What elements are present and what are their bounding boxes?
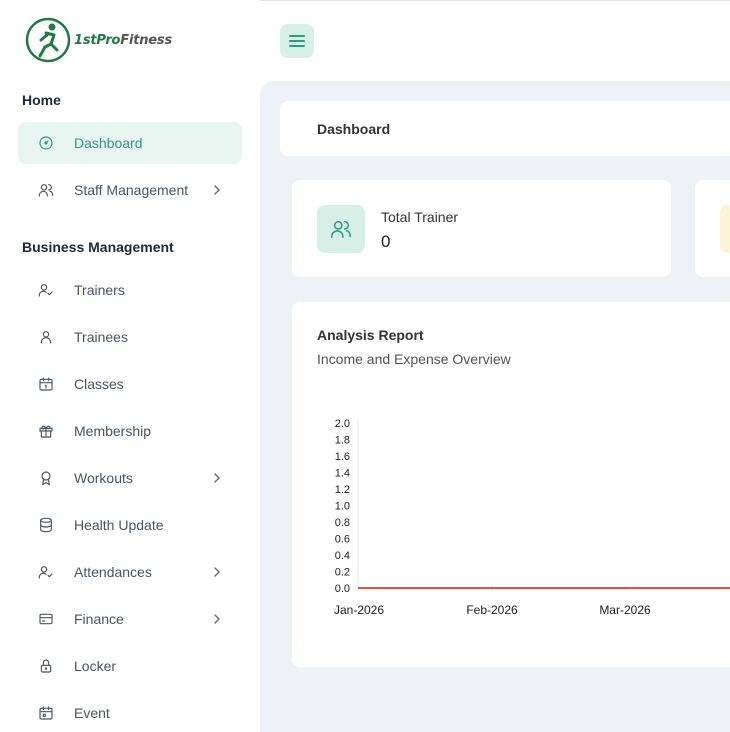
sidebar-item-label: Classes [74, 376, 124, 392]
user-icon [38, 329, 54, 345]
page-title: Dashboard [280, 101, 730, 156]
income-expense-chart: 2.0 1.8 1.6 1.4 1.2 1.0 0.8 0.6 0.4 0.2 0.0 Jan-202… [334, 418, 730, 617]
wallet-icon [38, 611, 54, 627]
sidebar-item-membership[interactable]: Membership [18, 410, 242, 452]
chevron-right-icon [214, 614, 220, 624]
y-tick-label: 0.8 [335, 517, 350, 529]
sidebar-item-label: Trainees [74, 329, 128, 345]
hamburger-icon [289, 35, 305, 47]
y-tick-label: 1.2 [335, 484, 350, 496]
sidebar-item-label: Attendances [74, 564, 152, 580]
sidebar-item-label: Event [74, 705, 110, 721]
y-tick-label: 2.0 [335, 418, 350, 430]
sidebar-item-label: Trainers [74, 282, 125, 298]
sidebar-item-health-update[interactable]: Health Update [18, 504, 242, 546]
user-check-icon [38, 564, 54, 580]
stat-icon-box [317, 205, 365, 253]
x-tick-label: Feb-2026 [466, 603, 518, 617]
data-point [490, 586, 494, 590]
sidebar-item-staff-management[interactable]: Staff Management [18, 169, 242, 211]
sidebar-item-event[interactable]: Event [18, 692, 242, 732]
sidebar-item-finance[interactable]: Finance [18, 598, 242, 640]
y-tick-label: 0.4 [335, 550, 350, 562]
section-home-heading: Home [22, 92, 61, 108]
sidebar-item-label: Health Update [74, 517, 164, 533]
analysis-report-card: Analysis Report Income and Expense Overv… [292, 302, 730, 667]
stat-card-total-trainer[interactable]: Total Trainer 0 [292, 180, 671, 277]
stat-value: 0 [381, 232, 391, 251]
y-tick-label: 0.2 [335, 567, 350, 579]
sidebar-item-label: Locker [74, 658, 117, 674]
sidebar-item-label: Membership [74, 423, 152, 439]
chevron-right-icon [214, 473, 220, 483]
y-tick-label: 1.6 [335, 451, 350, 463]
user-check-icon [38, 282, 54, 298]
brand-logo[interactable]: 1stProFitness [24, 16, 172, 64]
sidebar-item-label: Dashboard [74, 135, 143, 151]
calendar-icon [38, 376, 54, 392]
runner-logo-icon [25, 17, 71, 63]
sidebar-item-trainers[interactable]: Trainers [18, 269, 242, 311]
data-point [357, 586, 361, 590]
sidebar-item-classes[interactable]: Classes [18, 363, 242, 405]
chevron-right-icon [214, 185, 220, 195]
menu-toggle-button[interactable] [280, 24, 314, 58]
users-icon [38, 182, 54, 198]
x-tick-label: Jan-2026 [334, 603, 384, 617]
sidebar-item-locker[interactable]: Locker [18, 645, 242, 687]
sidebar-item-attendances[interactable]: Attendances [18, 551, 242, 593]
y-tick-label: 1.8 [335, 435, 350, 447]
section-business-heading: Business Management [22, 239, 174, 255]
sidebar-item-label: Staff Management [74, 182, 189, 198]
stat-card-next[interactable] [695, 180, 730, 277]
gauge-icon [38, 135, 54, 151]
y-tick-label: 1.4 [335, 468, 350, 480]
calendar-event-icon [38, 705, 54, 721]
y-tick-label: 1.0 [335, 501, 350, 513]
sidebar-item-label: Finance [74, 611, 124, 627]
y-tick-label: 0.0 [335, 583, 350, 595]
brand-name: 1stProFitness [74, 32, 172, 48]
lock-icon [38, 658, 54, 674]
sidebar-item-trainees[interactable]: Trainees [18, 316, 242, 358]
chevron-right-icon [214, 567, 220, 577]
x-tick-label: Mar-2026 [599, 603, 651, 617]
data-point [623, 586, 627, 590]
gift-icon [38, 423, 54, 439]
sidebar-item-label: Workouts [74, 470, 133, 486]
sidebar: 1stProFitness Home Business Management D… [0, 0, 260, 732]
users-icon [331, 220, 351, 238]
stat-label: Total Trainer [381, 209, 459, 225]
stat-icon-box [720, 205, 730, 253]
award-icon [38, 470, 54, 486]
sidebar-item-dashboard[interactable]: Dashboard [18, 122, 242, 164]
y-tick-label: 0.6 [335, 534, 350, 546]
sidebar-item-workouts[interactable]: Workouts [18, 457, 242, 499]
database-icon [38, 517, 54, 533]
